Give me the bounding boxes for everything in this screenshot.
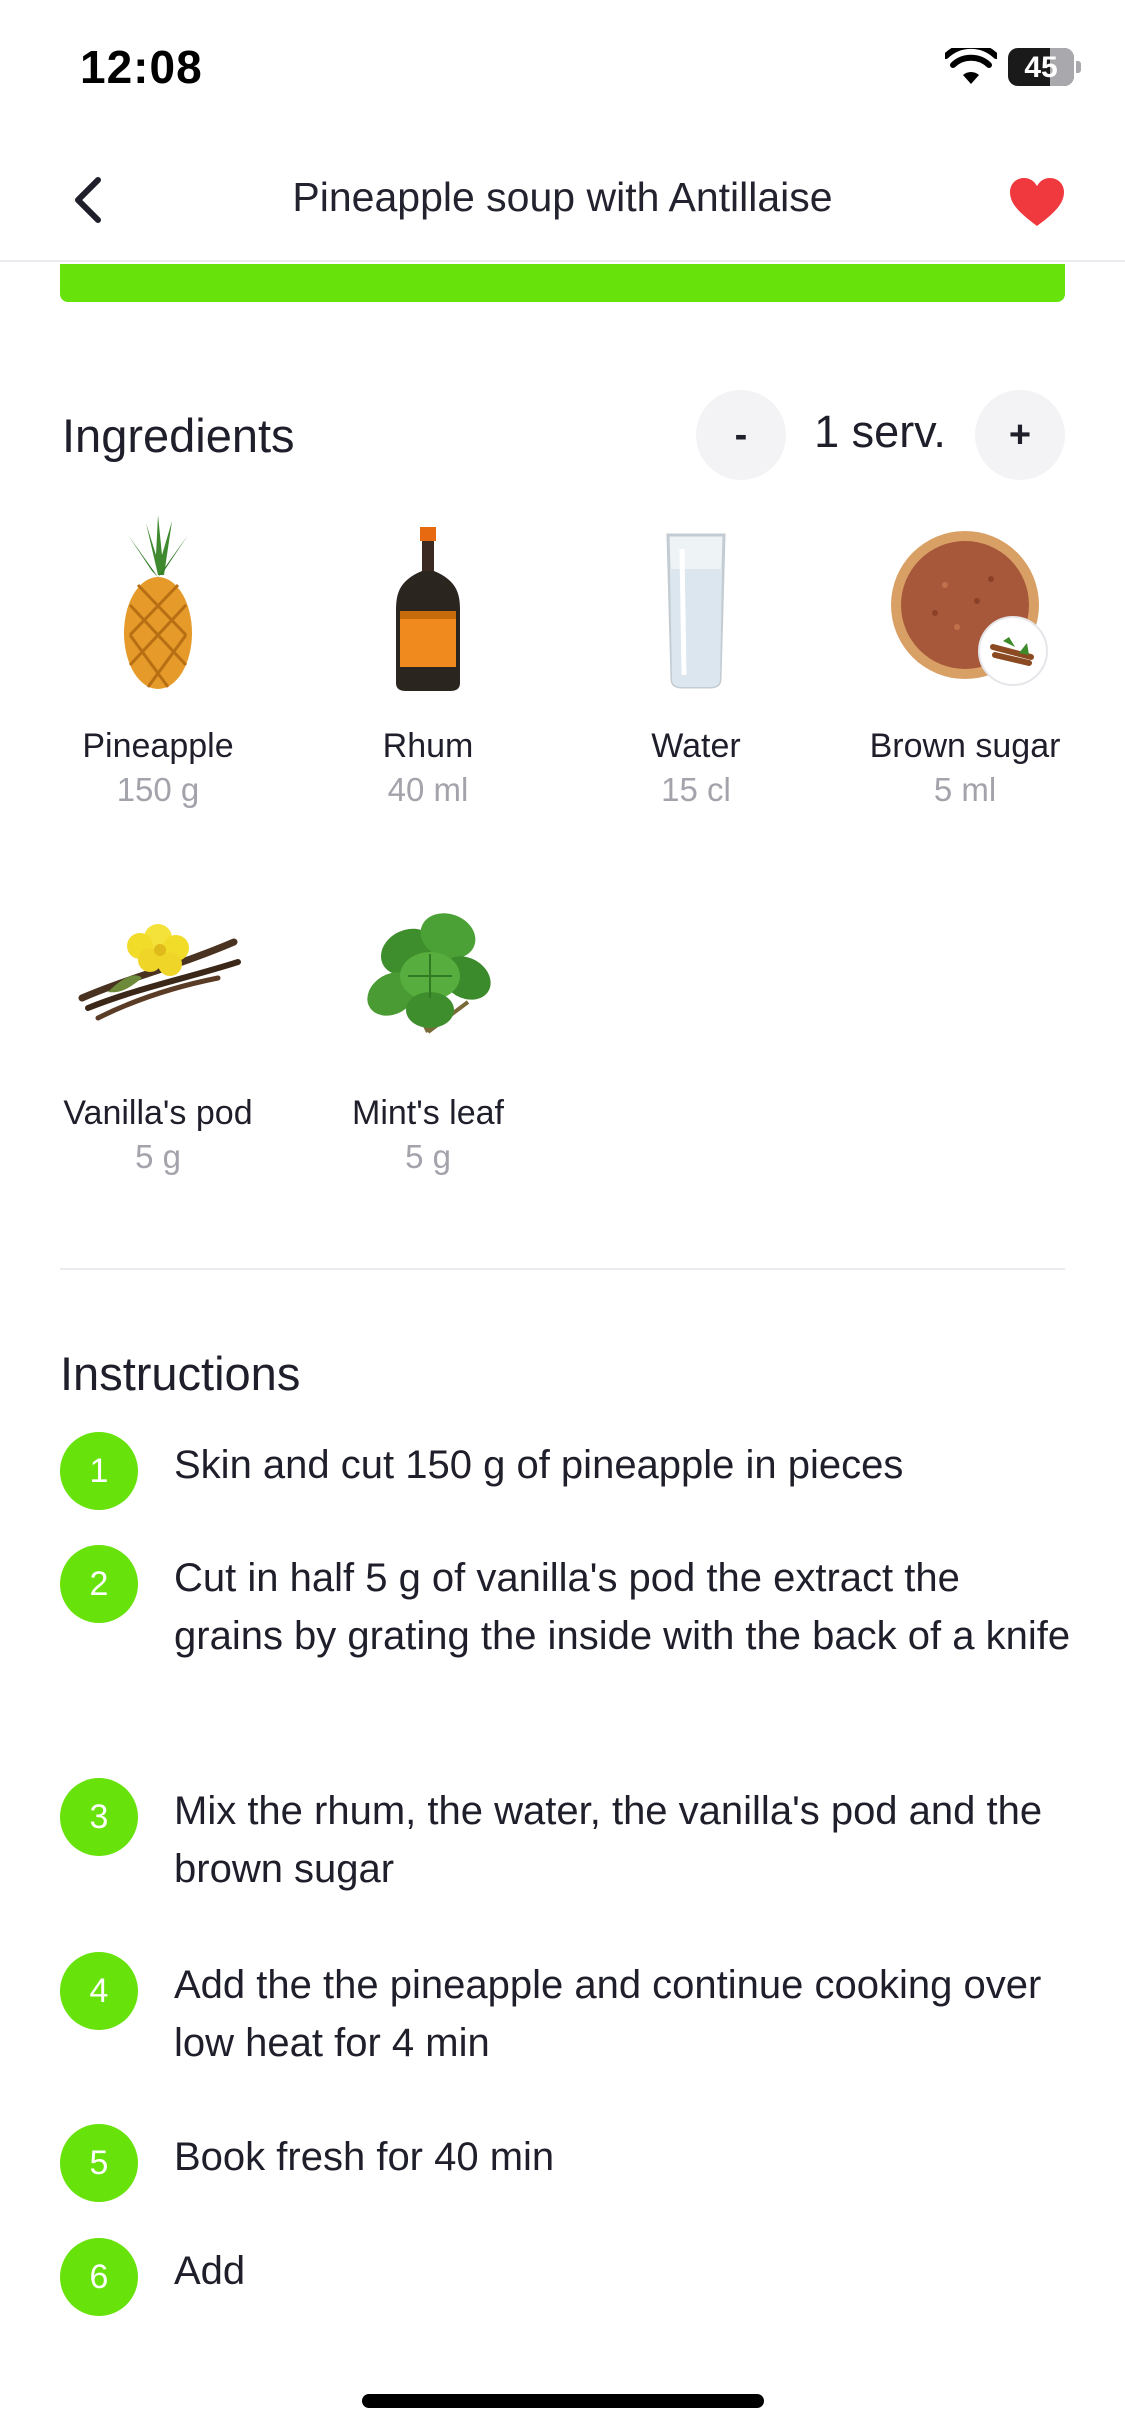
ingredient-item[interactable]: Mint's leaf 5 g xyxy=(318,882,538,1178)
ingredient-quantity: 5 g xyxy=(135,1138,181,1175)
battery-level: 45 xyxy=(1024,51,1058,84)
accent-bar xyxy=(60,264,1065,302)
water-glass-icon xyxy=(666,533,726,689)
instructions-title: Instructions xyxy=(60,1347,301,1400)
ingredient-item[interactable]: Vanilla's pod 5 g xyxy=(48,882,268,1178)
home-indicator[interactable] xyxy=(362,2394,764,2408)
heart-icon[interactable] xyxy=(1008,176,1066,228)
servings-value: 1 serv. xyxy=(814,406,946,457)
ingredient-quantity: 15 cl xyxy=(661,771,731,808)
chevron-left-icon[interactable] xyxy=(60,170,120,230)
ingredient-item[interactable]: Water 15 cl xyxy=(586,515,806,811)
step-number-badge: 3 xyxy=(60,1778,138,1856)
ingredient-name: Water xyxy=(651,727,741,765)
step-text: Mix the rhum, the water, the vanilla's p… xyxy=(174,1789,1043,1891)
rum-bottle-icon xyxy=(396,527,460,691)
step-number-badge: 1 xyxy=(60,1432,138,1510)
increase-servings-button[interactable]: + xyxy=(975,390,1065,480)
status-bar: 12:08 45 xyxy=(0,0,1125,140)
status-time: 12:08 xyxy=(80,41,203,93)
ingredients-title: Ingredients xyxy=(62,409,295,462)
ingredient-name: Vanilla's pod xyxy=(63,1094,253,1132)
vanilla-pod-icon xyxy=(78,924,241,1021)
step-text: Skin and cut 150 g of pineapple in piece… xyxy=(174,1443,904,1487)
ingredient-item[interactable]: Brown sugar 5 ml xyxy=(855,515,1075,811)
ingredient-quantity: 150 g xyxy=(116,771,200,808)
ingredient-quantity: 5 g xyxy=(405,1138,451,1175)
decrease-servings-button[interactable]: - xyxy=(696,390,786,480)
step-text: Add xyxy=(174,2249,246,2293)
nav-bar: Pineapple soup with Antillaise xyxy=(0,140,1125,262)
brown-sugar-bowl-icon xyxy=(891,531,1048,686)
ingredient-quantity: 5 ml xyxy=(933,771,997,808)
ingredient-name: Pineapple xyxy=(82,727,234,765)
ingredient-item[interactable]: Pineapple 150 g xyxy=(48,515,268,811)
section-divider xyxy=(60,1268,1065,1270)
ingredient-name: Brown sugar xyxy=(869,727,1061,765)
step-text: Book fresh for 40 min xyxy=(174,2135,555,2179)
ingredient-name: Mint's leaf xyxy=(352,1094,504,1132)
mint-leaf-icon xyxy=(367,913,491,1034)
battery-icon: 45 xyxy=(1008,48,1081,88)
ingredient-item[interactable]: Rhum 40 ml xyxy=(318,515,538,811)
step-number-badge: 2 xyxy=(60,1545,138,1623)
page-title: Pineapple soup with Antillaise xyxy=(292,174,833,220)
step-number-badge: 5 xyxy=(60,2124,138,2202)
ingredient-name: Rhum xyxy=(382,727,474,765)
step-number-badge: 4 xyxy=(60,1952,138,2030)
step-text: Add the the pineapple and continue cooki… xyxy=(174,1963,1042,2065)
pineapple-icon xyxy=(124,515,192,689)
step-number-badge: 6 xyxy=(60,2238,138,2316)
ingredient-quantity: 40 ml xyxy=(387,771,469,808)
wifi-icon xyxy=(945,48,997,84)
step-text: Cut in half 5 g of vanilla's pod the ext… xyxy=(174,1556,1071,1658)
